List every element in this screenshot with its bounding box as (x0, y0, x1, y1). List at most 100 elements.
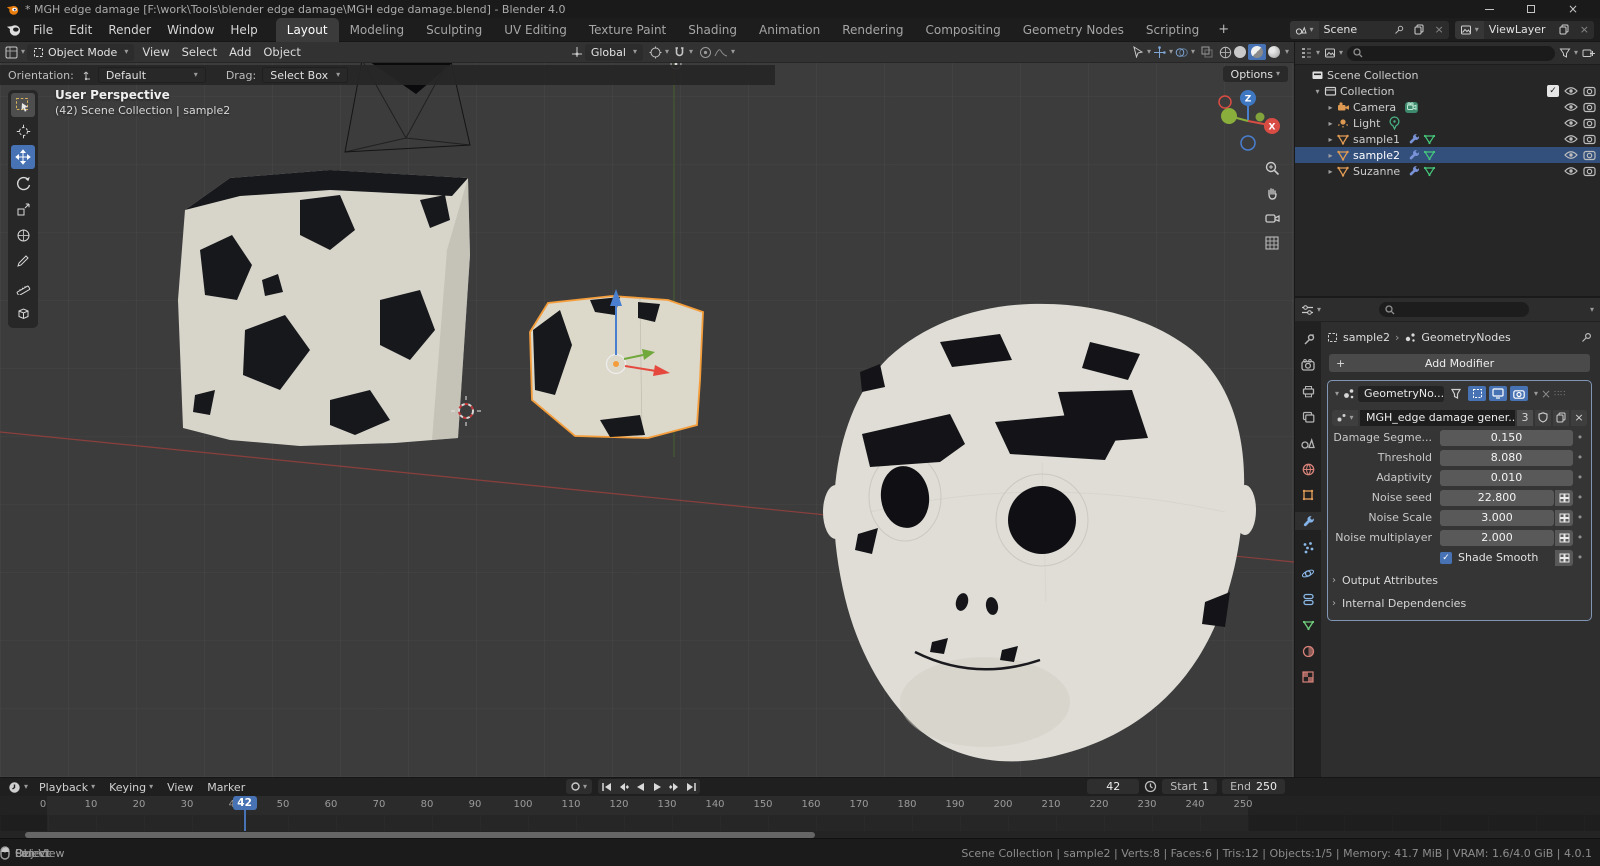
scene-selector[interactable]: ▾ Scene × (1289, 20, 1449, 39)
outliner-item-label[interactable]: Scene Collection (1327, 69, 1418, 82)
properties-search-input[interactable] (1379, 302, 1529, 317)
modifier-wrench-icon[interactable] (1408, 165, 1420, 177)
breadcrumb-object[interactable]: sample2 (1343, 331, 1390, 344)
mode-dropdown[interactable]: Object Mode ▾ (27, 43, 135, 61)
playhead[interactable]: 42 (232, 796, 257, 831)
on-cage-toggle-icon[interactable] (1468, 386, 1487, 401)
param-value-field[interactable]: 0.010 (1440, 469, 1573, 486)
shading-material-icon[interactable] (1247, 44, 1266, 60)
disable-render-camera-icon[interactable] (1583, 150, 1596, 161)
animate-property-dot[interactable]: • (1573, 431, 1587, 444)
snap-magnet-icon[interactable]: ▾ (673, 46, 693, 59)
workspace-tab[interactable]: Texture Paint (578, 18, 677, 42)
measure-tool[interactable] (11, 275, 35, 299)
input-attribute-toggle-icon[interactable] (1555, 489, 1573, 506)
move-tool[interactable] (11, 145, 35, 169)
outliner-row[interactable]: Scene Collection ✓ (1295, 67, 1600, 83)
pan-hand-icon[interactable] (1262, 183, 1282, 203)
annotate-tool[interactable] (11, 249, 35, 273)
animate-property-dot[interactable]: • (1573, 451, 1587, 464)
close-button[interactable]: × (1552, 0, 1594, 18)
collapsed-subpanel[interactable]: › Internal Dependencies (1332, 594, 1587, 612)
disclosure-arrow-icon[interactable]: ▸ (1325, 135, 1336, 144)
modifier-wrench-icon[interactable] (1408, 133, 1420, 145)
timeline-menu-item[interactable]: View ▾ (160, 781, 200, 794)
orientation-dropdown[interactable]: Global ▾ (584, 43, 643, 61)
expand-section-icon[interactable]: › (1332, 598, 1336, 609)
properties-options-icon[interactable]: ▾ (1590, 305, 1594, 314)
workspace-tab[interactable]: Compositing (914, 18, 1011, 42)
tab-viewlayer[interactable] (1295, 408, 1321, 426)
new-viewlayer-icon[interactable] (1554, 21, 1575, 39)
hide-viewport-eye-icon[interactable] (1564, 86, 1578, 96)
gizmo-neg-y-ball[interactable] (1255, 112, 1265, 122)
gizmo-neg-z-ball[interactable] (1240, 135, 1256, 151)
add-cube-tool[interactable] (11, 301, 35, 325)
tab-material[interactable] (1295, 642, 1321, 660)
start-frame-field[interactable]: Start 1 (1162, 779, 1218, 794)
editor-type-icon[interactable]: ▾ (5, 46, 25, 59)
outliner-display-mode-icon[interactable]: ▾ (1324, 47, 1343, 59)
mesh-data-icon[interactable] (1423, 166, 1436, 177)
outliner-row[interactable]: ▸ Light (1295, 115, 1600, 131)
animate-property-dot[interactable]: • (1573, 551, 1587, 564)
play-button[interactable] (649, 779, 666, 794)
gizmo-y-ball[interactable] (1221, 108, 1237, 124)
unlink-node-group-icon[interactable]: × (1571, 409, 1587, 426)
disable-render-camera-icon[interactable] (1583, 102, 1596, 113)
next-keyframe-button[interactable] (666, 779, 683, 794)
workspace-tab[interactable]: Sculpting (415, 18, 493, 42)
select-box-tool[interactable] (11, 93, 35, 117)
workspace-tab[interactable]: Rendering (831, 18, 914, 42)
expand-section-icon[interactable]: › (1332, 575, 1336, 586)
node-group-name-field[interactable]: MGH_edge damage gener... (1360, 409, 1515, 426)
mesh-data-icon[interactable] (1423, 150, 1436, 161)
breadcrumb-target[interactable]: GeometryNodes (1421, 331, 1510, 344)
viewport-menu-item[interactable]: Select (176, 45, 223, 59)
tab-output[interactable] (1295, 382, 1321, 400)
drag-select[interactable]: Select Box ▾ (262, 67, 349, 83)
animate-property-dot[interactable]: • (1573, 531, 1587, 544)
tab-tool[interactable] (1295, 330, 1321, 348)
outliner-row[interactable]: ▸ Suzanne (1295, 163, 1600, 179)
param-value-field[interactable]: 0.150 (1440, 429, 1573, 446)
menu-item[interactable]: Help (222, 23, 265, 37)
disable-render-camera-icon[interactable] (1583, 166, 1596, 177)
camera-view-icon[interactable] (1262, 208, 1282, 228)
use-preview-range-clock-icon[interactable] (1144, 780, 1157, 793)
disclosure-arrow-icon[interactable]: ▸ (1325, 103, 1336, 112)
outliner-item-label[interactable]: sample1 (1353, 133, 1400, 146)
timeline-menu-item[interactable]: Marker ▾ (200, 781, 252, 794)
realtime-toggle-icon[interactable] (1489, 386, 1508, 401)
viewlayer-icon[interactable]: ▾ (1454, 20, 1484, 39)
hide-viewport-eye-icon[interactable] (1564, 102, 1578, 112)
animate-property-dot[interactable]: • (1573, 471, 1587, 484)
param-value-field[interactable]: 2.000 (1440, 529, 1554, 546)
jump-to-start-button[interactable] (598, 779, 615, 794)
timeline-editor-icon[interactable]: ▾ (4, 781, 32, 794)
scale-tool[interactable] (11, 197, 35, 221)
navigation-gizmo[interactable]: Z X (1216, 87, 1280, 151)
play-reverse-button[interactable] (632, 779, 649, 794)
previous-keyframe-button[interactable] (615, 779, 632, 794)
workspace-tab[interactable]: Layout (275, 17, 339, 42)
jump-to-end-button[interactable] (683, 779, 700, 794)
disclosure-arrow-icon[interactable]: ▸ (1325, 151, 1336, 160)
current-frame-field[interactable]: 42 (1087, 779, 1140, 794)
tab-modifiers[interactable] (1295, 512, 1321, 530)
shading-wireframe-icon[interactable] (1219, 46, 1232, 59)
cursor-tool[interactable] (11, 119, 35, 143)
tab-object[interactable] (1295, 486, 1321, 504)
timeline-menu-item[interactable]: Keying ▾ (102, 781, 160, 794)
edit-mode-display-icon[interactable] (1447, 386, 1465, 401)
disable-render-camera-icon[interactable] (1583, 118, 1596, 129)
modifier-extras-icon[interactable]: ▾ (1534, 389, 1538, 398)
unlink-scene-icon[interactable]: × (1430, 21, 1449, 39)
viewlayer-name[interactable]: ViewLayer (1484, 21, 1554, 39)
mesh-sample1[interactable] (178, 170, 470, 446)
outliner-row[interactable]: ▸ Camera (1295, 99, 1600, 115)
viewport-menu-item[interactable]: Add (223, 45, 257, 59)
light-data-icon[interactable] (1388, 116, 1401, 130)
overlays-toggle-icon[interactable]: ▾ (1175, 46, 1195, 59)
drag-handle-icon[interactable]: ∷∷ (1554, 389, 1566, 398)
